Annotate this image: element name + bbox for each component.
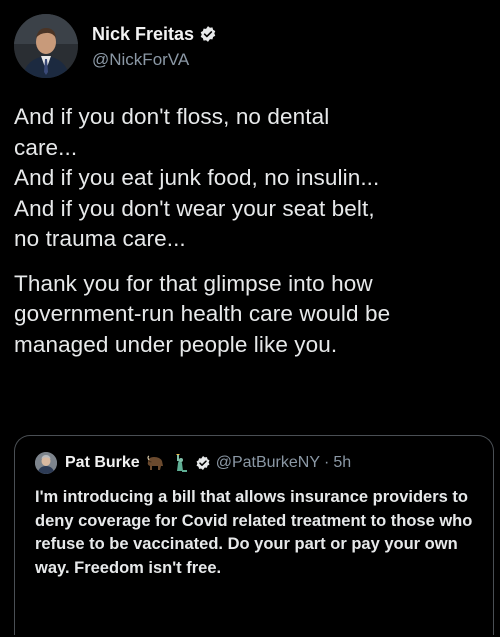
text-line: And if you eat junk food, no insulin... xyxy=(14,165,380,190)
statue-of-liberty-emoji-icon xyxy=(175,454,187,472)
text-line: care... xyxy=(14,134,78,160)
text-line: And if you don't floss, no dental xyxy=(14,104,330,129)
author-names: Nick Freitas @NickForVA xyxy=(92,23,217,70)
tweet-paragraph-1: And if you don't floss, no dental care..… xyxy=(14,102,490,255)
text-line: no trauma care... xyxy=(14,226,186,251)
text-line: And if you don't wear your seat belt, xyxy=(14,195,375,221)
quoted-author-handle[interactable]: @PatBurkeNY xyxy=(216,454,320,472)
quoted-tweet[interactable]: Pat Burke @PatBurkeNY · 5h I'm introduci… xyxy=(14,435,494,635)
verified-badge-icon xyxy=(200,25,216,42)
tweet-header: Nick Freitas @NickForVA xyxy=(14,14,217,78)
text-line: managed under people like you. xyxy=(14,331,338,357)
avatar-photo-icon xyxy=(14,14,78,78)
quoted-tweet-timestamp[interactable]: 5h xyxy=(333,454,351,472)
tweet-text: And if you don't floss, no dental care..… xyxy=(14,102,490,360)
tweet-card: Nick Freitas @NickForVA And if you don't… xyxy=(0,0,500,637)
author-avatar[interactable] xyxy=(14,14,78,78)
author-name[interactable]: Nick Freitas xyxy=(92,23,194,45)
bison-emoji-icon xyxy=(147,455,163,470)
author-handle[interactable]: @NickForVA xyxy=(92,49,217,70)
quoted-author-name[interactable]: Pat Burke xyxy=(65,454,140,472)
text-line: Thank you for that glimpse into how xyxy=(14,270,373,296)
avatar-photo-icon xyxy=(35,452,57,474)
author-name-row: Nick Freitas xyxy=(92,23,217,45)
quoted-tweet-text: I'm introducing a bill that allows insur… xyxy=(35,488,473,577)
verified-badge-icon xyxy=(196,456,210,470)
separator-dot: · xyxy=(323,454,330,471)
quoted-author-avatar[interactable] xyxy=(35,452,57,474)
tweet-paragraph-2: Thank you for that glimpse into how gove… xyxy=(14,269,490,361)
quoted-tweet-header: Pat Burke @PatBurkeNY · 5h xyxy=(35,452,351,474)
text-line: government-run health care would be xyxy=(14,301,391,326)
